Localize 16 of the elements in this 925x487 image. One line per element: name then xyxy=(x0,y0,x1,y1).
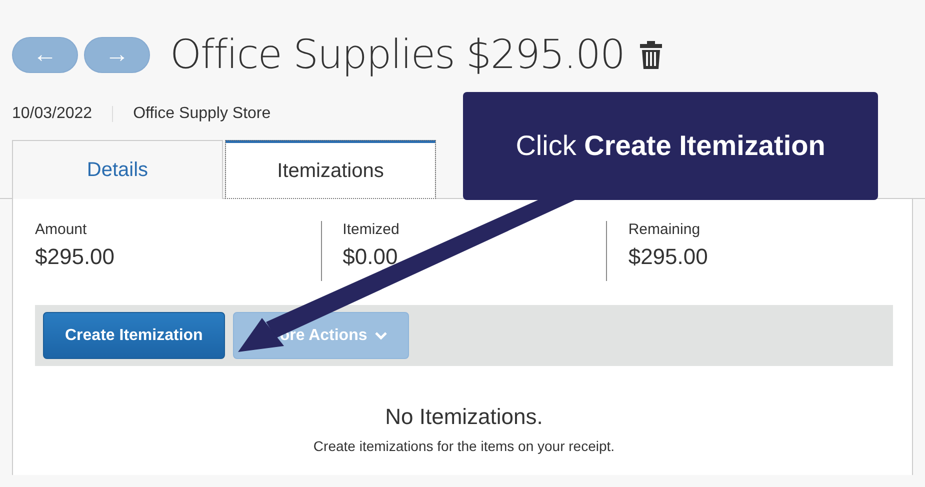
tab[interactable]: Details xyxy=(12,140,223,199)
trash-icon[interactable] xyxy=(640,41,662,69)
summary-value: $295.00 xyxy=(628,244,709,270)
page-title: Office Supplies $295.00 xyxy=(170,32,624,78)
empty-title: No Itemizations. xyxy=(385,404,543,430)
summary-label: Amount xyxy=(35,221,88,238)
summary-label: Itemized xyxy=(342,221,400,238)
expense-date: 10/03/2022 xyxy=(12,105,92,123)
summary-label: Remaining xyxy=(628,221,702,238)
tab[interactable]: Itemizations xyxy=(225,140,436,199)
callout-text: Click Create Itemization xyxy=(516,130,826,162)
action-button[interactable]: Create Itemization xyxy=(43,312,225,359)
empty-message: Create itemizations for the items on your receipt. xyxy=(313,438,615,454)
summary-value: $0.00 xyxy=(342,244,399,270)
vendor-name: Office Supply Store xyxy=(133,105,271,123)
summary-value: $295.00 xyxy=(35,244,116,270)
